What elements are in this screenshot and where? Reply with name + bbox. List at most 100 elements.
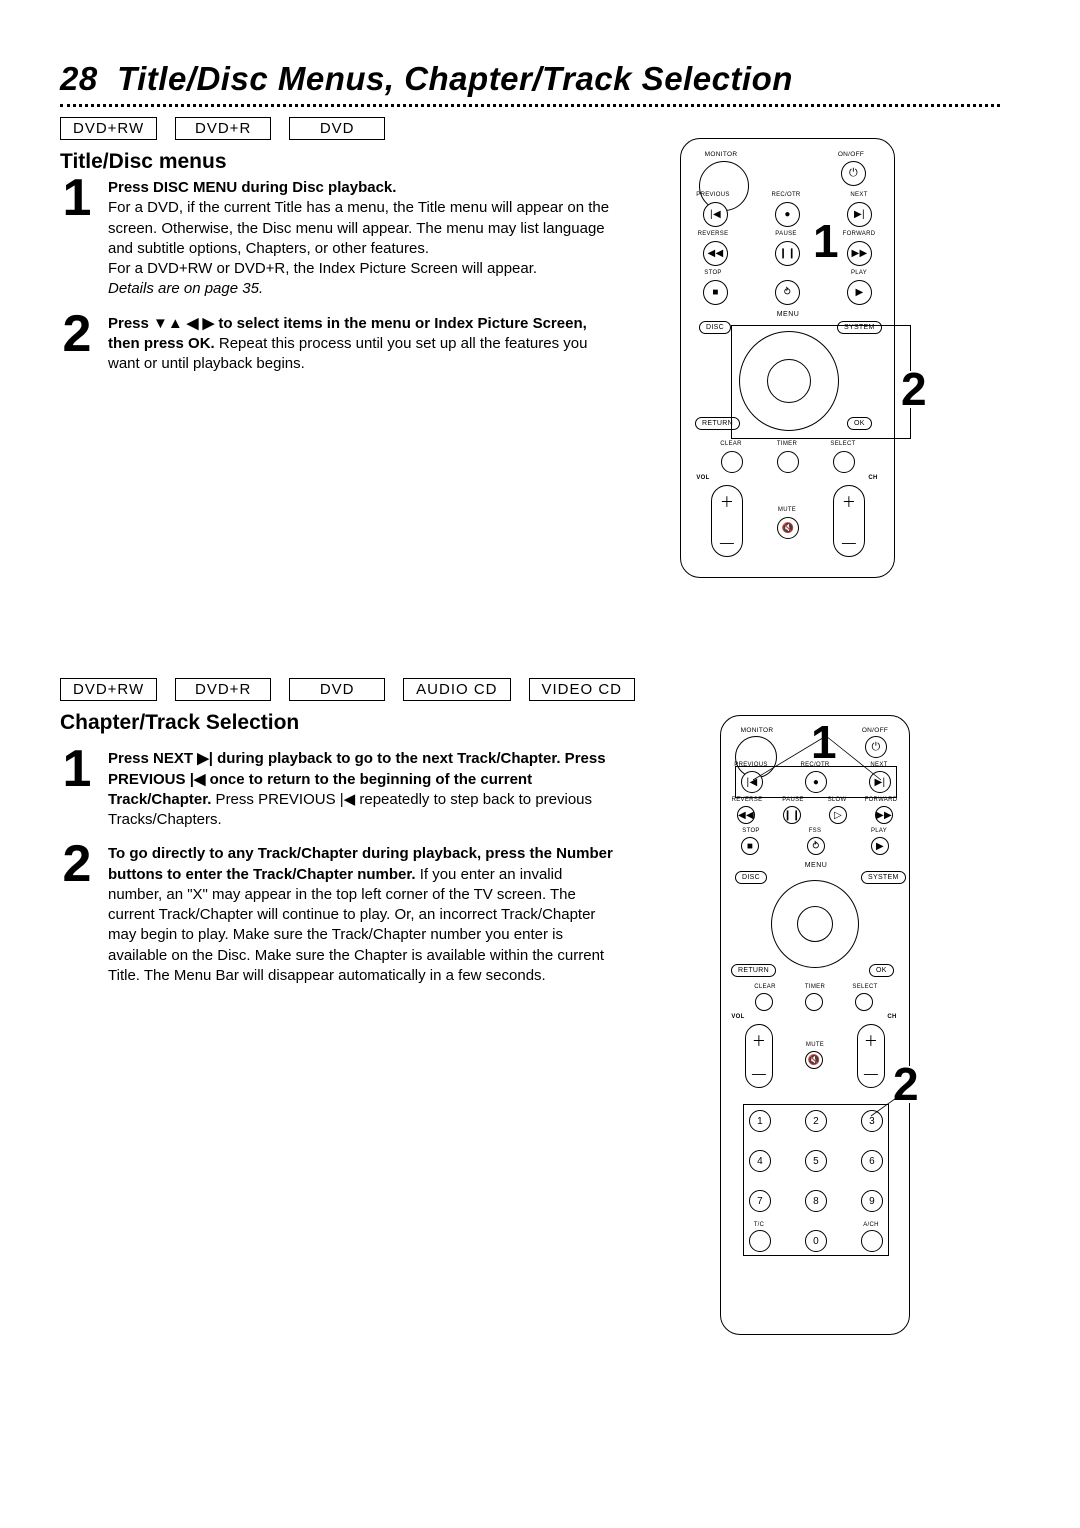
- mute-button: 🔇: [805, 1051, 823, 1069]
- label-monitor: MONITOR: [735, 727, 779, 734]
- format-tag: AUDIO CD: [403, 678, 510, 701]
- step-number: 1: [60, 749, 94, 791]
- play-button: ▶: [871, 837, 889, 855]
- plus-icon: ＋: [864, 1031, 878, 1051]
- label-slow: SLOW: [817, 797, 857, 803]
- disc-button: DISC: [735, 871, 767, 884]
- mute-button: 🔇: [777, 517, 799, 539]
- monitor-button: [699, 161, 749, 211]
- stop-button: ■: [703, 280, 728, 305]
- divider-dotted: [60, 104, 1000, 107]
- fss-button: ⥁: [775, 280, 800, 305]
- step-bold: Press DISC MENU during Disc playback.: [108, 179, 396, 196]
- label-recotr: REC/OTR: [766, 192, 806, 198]
- step-block: 2 Press ▼▲ ◀ ▶ to select items in the me…: [60, 314, 620, 375]
- label-stop: STOP: [693, 270, 733, 276]
- forward-button: ▶▶: [847, 241, 872, 266]
- label-forward: FORWARD: [861, 797, 901, 803]
- fast-forward-icon: ▶▶: [852, 248, 868, 259]
- slow-button: ▷: [829, 806, 847, 824]
- rec-button: ●: [775, 202, 800, 227]
- clear-button: [721, 451, 743, 473]
- pause-icon: ❙❙: [783, 810, 800, 821]
- prev-track-icon: |◀: [710, 209, 721, 220]
- step-body-text: If you enter an invalid number, an "X" m…: [108, 866, 604, 984]
- label-ok: OK: [876, 967, 887, 974]
- remote-diagram-2: MONITOR ON/OFF ⏻ PREVIOUS REC/OTR NEXT |…: [720, 715, 910, 1335]
- step-text: Press NEXT ▶| during playback to go to t…: [108, 749, 620, 830]
- return-button: RETURN: [731, 964, 776, 977]
- label-next: NEXT: [839, 192, 879, 198]
- volume-rocker: ＋ —: [745, 1024, 773, 1088]
- pause-icon: ❙❙: [779, 248, 796, 259]
- system-button: SYSTEM: [861, 871, 906, 884]
- power-button: ⏻: [841, 161, 866, 186]
- format-tag: VIDEO CD: [529, 678, 636, 701]
- fss-button: ⥁: [807, 837, 825, 855]
- step-text: Press DISC MENU during Disc playback. Fo…: [108, 178, 620, 300]
- step-body-text: For a DVD+RW or DVD+R, the Index Picture…: [108, 260, 537, 277]
- step-bold: Press: [108, 315, 153, 332]
- label-menu: MENU: [801, 862, 831, 869]
- stop-icon: ■: [712, 287, 718, 298]
- step-number: 1: [60, 178, 94, 220]
- label-mute: MUTE: [767, 507, 807, 513]
- step-block: 2 To go directly to any Track/Chapter du…: [60, 844, 620, 986]
- format-row-1: DVD+RW DVD+R DVD: [60, 117, 1020, 140]
- fss-icon: ⥁: [812, 841, 819, 852]
- next-button: ▶|: [847, 202, 872, 227]
- label-return: RETURN: [738, 967, 769, 974]
- power-icon: ⏻: [849, 167, 858, 180]
- prev-track-icon: |◀: [190, 771, 206, 788]
- stop-icon: ■: [747, 841, 753, 852]
- callout-box-numbers: [743, 1104, 889, 1256]
- d-pad-center: [797, 906, 833, 942]
- fss-icon: ⥁: [784, 287, 791, 298]
- clear-button: [755, 993, 773, 1011]
- fast-forward-icon: ▶▶: [876, 810, 892, 821]
- callout-box-1: [735, 766, 897, 798]
- label-onoff: ON/OFF: [853, 727, 897, 734]
- label-select: SELECT: [823, 441, 863, 447]
- label-select: SELECT: [845, 984, 885, 990]
- label-disc: DISC: [742, 874, 760, 881]
- label-fss: FSS: [795, 828, 835, 834]
- remote-diagram-1: MONITOR ON/OFF ⏻ PREVIOUS REC/OTR NEXT |…: [680, 138, 895, 578]
- format-tag: DVD: [289, 117, 385, 140]
- volume-rocker: ＋ —: [711, 485, 743, 557]
- page-number: 28: [60, 60, 98, 97]
- step-body-text: For a DVD, if the current Title has a me…: [108, 199, 609, 257]
- step-text: Press ▼▲ ◀ ▶ to select items in the menu…: [108, 314, 620, 375]
- step-number: 2: [60, 844, 94, 886]
- plus-icon: ＋: [720, 492, 734, 512]
- label-play: PLAY: [839, 270, 879, 276]
- format-tag: DVD+RW: [60, 678, 157, 701]
- rewind-icon: ◀◀: [738, 810, 754, 821]
- label-disc: DISC: [706, 324, 724, 331]
- minus-icon: —: [720, 534, 734, 550]
- step-bold: Press NEXT: [108, 750, 197, 767]
- step-block: 1 Press DISC MENU during Disc playback. …: [60, 178, 620, 300]
- stop-button: ■: [741, 837, 759, 855]
- label-ch: CH: [861, 475, 885, 481]
- disc-button: DISC: [699, 321, 731, 334]
- callout-number-2: 2: [893, 1066, 919, 1103]
- callout-number-2: 2: [901, 371, 927, 408]
- minus-icon: —: [842, 534, 856, 550]
- select-button: [855, 993, 873, 1011]
- label-previous: PREVIOUS: [693, 192, 733, 198]
- play-icon: ▶: [876, 841, 884, 852]
- label-ch: CH: [881, 1014, 903, 1020]
- prev-track-icon: |◀: [340, 791, 355, 808]
- format-tag: DVD+R: [175, 117, 271, 140]
- label-stop: STOP: [731, 828, 771, 834]
- power-icon: ⏻: [871, 741, 880, 754]
- label-pause: PAUSE: [766, 231, 806, 237]
- plus-icon: ＋: [842, 492, 856, 512]
- label-return: RETURN: [702, 420, 733, 427]
- reverse-button: ◀◀: [737, 806, 755, 824]
- minus-icon: —: [864, 1065, 878, 1081]
- pause-button: ❙❙: [783, 806, 801, 824]
- format-tag: DVD+R: [175, 678, 271, 701]
- next-track-icon: ▶|: [197, 750, 213, 767]
